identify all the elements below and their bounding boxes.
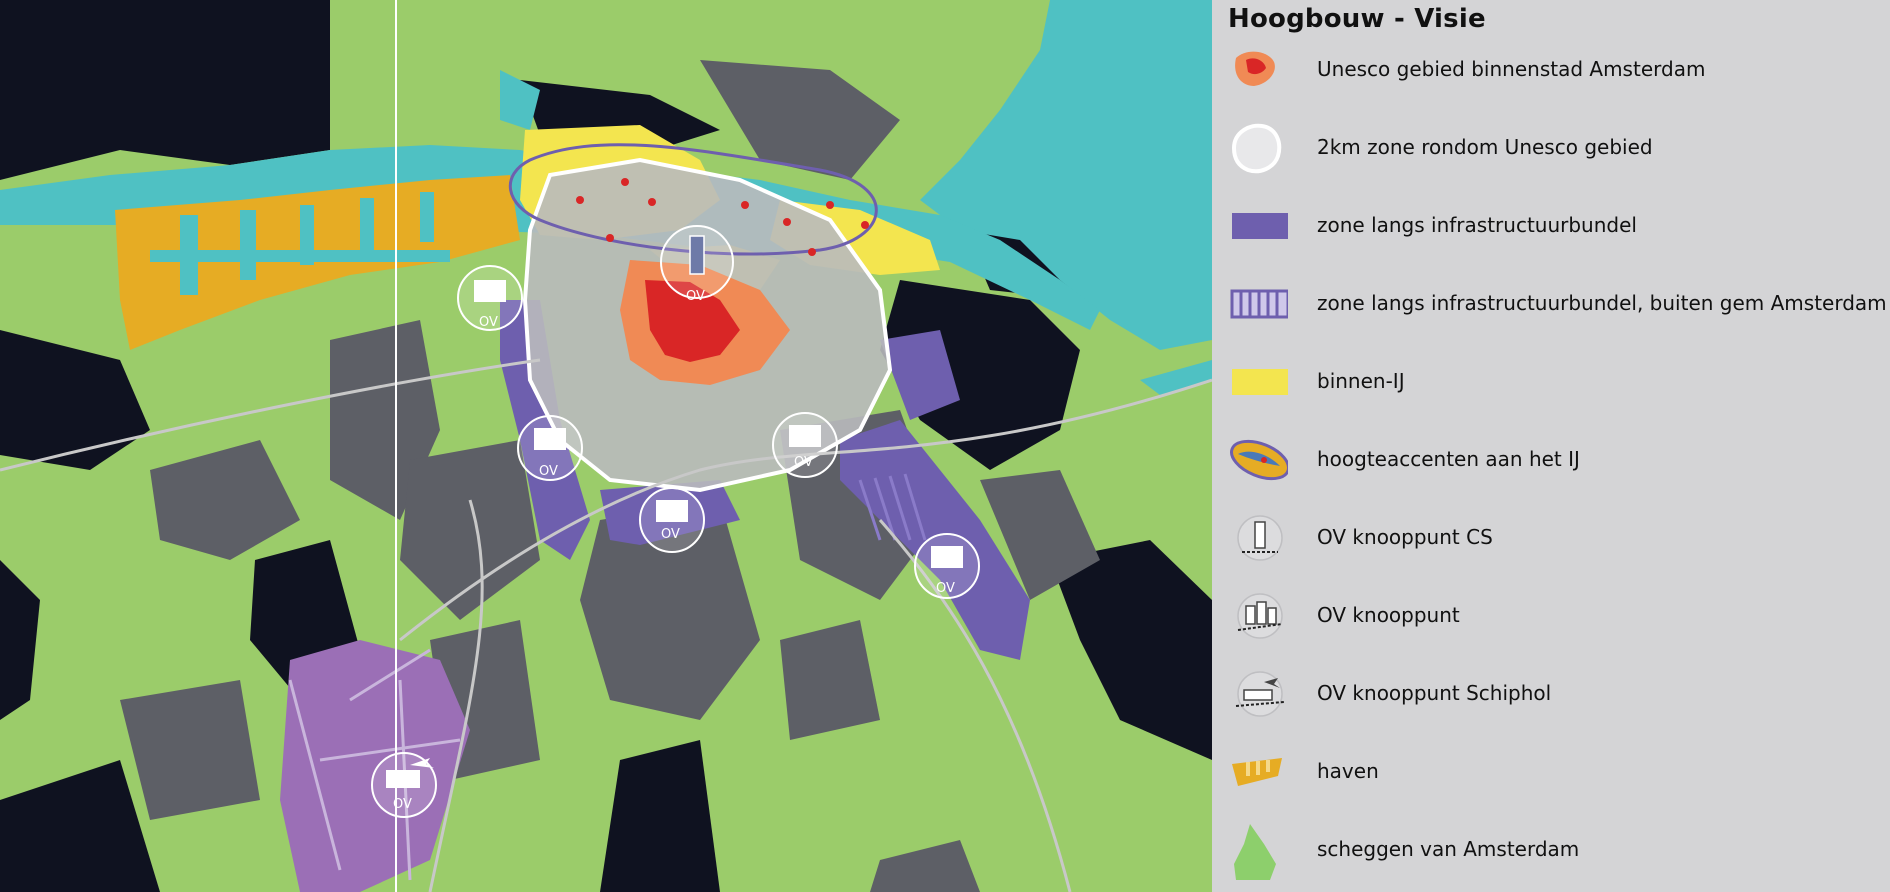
ov-hub-cs-icon xyxy=(1237,515,1283,561)
ov-building-icon xyxy=(931,546,963,568)
legend-item-green-wedge: scheggen van Amsterdam xyxy=(1212,820,1890,880)
legend-item-binnen-ij: binnen-IJ xyxy=(1212,352,1890,412)
legend-label: haven xyxy=(1317,759,1379,783)
ov-label: OV xyxy=(393,797,412,812)
legend-item-ov-hub-schiphol: OV knooppunt Schiphol xyxy=(1212,664,1890,724)
ov-label: OV xyxy=(936,581,955,596)
ov-label: OV xyxy=(686,289,705,304)
harbour-icon xyxy=(1232,758,1282,786)
ov-hub-icon xyxy=(1237,593,1283,639)
airport-terminal-icon xyxy=(386,770,420,788)
legend-item-infrastructure-zone-outside: zone langs infrastructuurbundel, buiten … xyxy=(1212,274,1890,334)
map-canvas: OV OV OV OV OV OV OV xyxy=(0,0,1212,892)
ov-hub-lelylaan[interactable]: OV xyxy=(517,415,583,481)
legend-label: zone langs infrastructuurbundel xyxy=(1317,213,1637,237)
map-panel[interactable]: OV OV OV OV OV OV OV xyxy=(0,0,1212,892)
legend-title: Hoogbouw - Visie xyxy=(1228,4,1486,34)
ov-label: OV xyxy=(794,455,813,470)
legend-label: 2km zone rondom Unesco gebied xyxy=(1317,135,1653,159)
ov-hub-zuid[interactable]: OV xyxy=(639,487,705,553)
ov-hub-schiphol[interactable]: OV xyxy=(371,752,437,818)
ov-label: OV xyxy=(539,464,558,479)
ov-hub-schiphol-icon xyxy=(1235,671,1285,717)
legend-item-harbour: haven xyxy=(1212,742,1890,802)
legend-label: OV knooppunt CS xyxy=(1317,525,1493,549)
ov-hub-rai[interactable]: OV xyxy=(772,412,838,478)
legend-label: binnen-IJ xyxy=(1317,369,1405,393)
legend-item-height-accents: hoogteaccenten aan het IJ xyxy=(1212,430,1890,490)
legend-label: Unesco gebied binnenstad Amsterdam xyxy=(1317,57,1706,81)
ov-building-icon xyxy=(656,500,688,522)
cs-tower-icon xyxy=(689,235,705,275)
unesco-area-icon xyxy=(1235,51,1275,86)
hoogbouw-visie-map-figure: OV OV OV OV OV OV OV Hoogbouw - Visie Un… xyxy=(0,0,1890,892)
legend-item-infrastructure-zone: zone langs infrastructuurbundel xyxy=(1212,196,1890,256)
ov-building-icon xyxy=(474,280,506,302)
legend-label: zone langs infrastructuurbundel, buiten … xyxy=(1317,291,1887,315)
ov-building-icon xyxy=(534,428,566,450)
legend-label: scheggen van Amsterdam xyxy=(1317,837,1580,861)
binnen-ij-icon xyxy=(1232,369,1288,395)
height-accents-icon xyxy=(1230,439,1288,481)
legend-item-ov-hub: OV knooppunt xyxy=(1212,586,1890,646)
legend-label: OV knooppunt Schiphol xyxy=(1317,681,1552,705)
legend-item-unesco: Unesco gebied binnenstad Amsterdam xyxy=(1212,40,1890,100)
infrastructure-zone-outside-icon xyxy=(1230,289,1288,319)
ov-building-icon xyxy=(789,425,821,447)
legend-item-ov-hub-cs: OV knooppunt CS xyxy=(1212,508,1890,568)
green-wedge-icon xyxy=(1234,824,1276,880)
legend-label: hoogteaccenten aan het IJ xyxy=(1317,447,1580,471)
ov-hub-bijlmer[interactable]: OV xyxy=(914,533,980,599)
legend-label: OV knooppunt xyxy=(1317,603,1460,627)
legend-panel: Hoogbouw - Visie Unesco gebied binnensta… xyxy=(1212,0,1890,892)
ov-hub-sloterdijk[interactable]: OV xyxy=(457,265,523,331)
legend-item-buffer-zone: 2km zone rondom Unesco gebied xyxy=(1212,118,1890,178)
buffer-zone-icon xyxy=(1231,123,1282,174)
ov-label: OV xyxy=(479,315,498,330)
infrastructure-zone-icon xyxy=(1232,213,1288,239)
ov-label: OV xyxy=(661,527,680,542)
